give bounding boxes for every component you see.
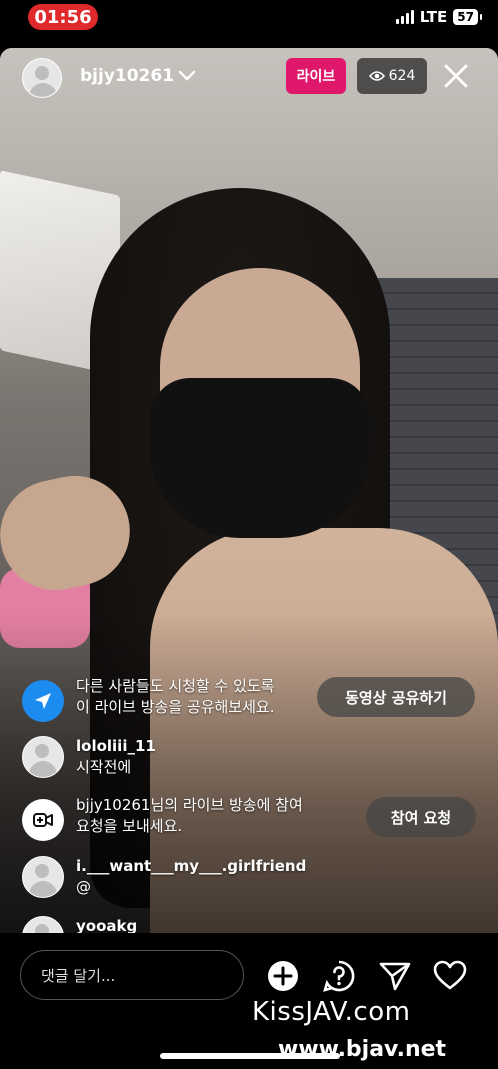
eye-icon <box>368 71 385 81</box>
chevron-down-icon[interactable] <box>176 64 198 90</box>
viewer-count[interactable]: 624 <box>357 58 427 94</box>
share-prompt-line2: 이 라이브 방송을 공유해보세요. <box>76 698 275 716</box>
commenter-avatar[interactable] <box>22 916 64 933</box>
battery-icon: 57 <box>453 9 482 25</box>
host-avatar[interactable] <box>22 58 62 98</box>
send-message-icon[interactable] <box>378 959 412 993</box>
status-time: 01:56 <box>28 4 98 30</box>
comment-username[interactable]: yooakg <box>76 916 137 933</box>
video-call-icon <box>22 799 64 841</box>
join-prompt-line2: 요청을 보내세요. <box>76 817 183 835</box>
heart-icon[interactable] <box>433 959 467 993</box>
comment-item: yooakg <box>22 916 482 933</box>
watermark-kissjav: KissJAV.com <box>252 997 411 1027</box>
live-badge: 라이브 <box>286 58 346 94</box>
watermark-bjav: www.bjav.net <box>278 1037 447 1062</box>
network-label: LTE <box>419 8 448 26</box>
status-indicators: LTE 57 <box>395 8 482 26</box>
send-icon <box>22 680 64 722</box>
comment-username[interactable]: i.___want___my___.girlfriend <box>76 856 306 877</box>
comment-item: lololiii_11 시작전에 <box>22 736 482 782</box>
viewer-count-value: 624 <box>388 68 416 84</box>
face-mask <box>150 378 370 538</box>
comment-item: i.___want___my___.girlfriend @ <box>22 856 482 902</box>
live-header: bjjy10261 라이브 624 <box>0 56 498 100</box>
comment-message: @ <box>76 878 91 896</box>
close-icon[interactable] <box>440 60 472 92</box>
join-prompt-line1: bjjy10261님의 라이브 방송에 참여 <box>76 796 303 814</box>
status-bar: 01:56 LTE 57 <box>0 0 498 44</box>
share-video-button[interactable]: 동영상 공유하기 <box>317 677 475 717</box>
bottom-bar: 댓글 달기... KissJAV.com www.bjav.net <box>0 935 498 1069</box>
host-username[interactable]: bjjy10261 <box>80 66 174 86</box>
signal-icon <box>395 10 414 24</box>
add-icon[interactable] <box>266 959 300 993</box>
share-prompt-line1: 다른 사람들도 시청할 수 있도록 <box>76 677 275 695</box>
comment-message: 시작전에 <box>76 758 132 776</box>
comment-input[interactable]: 댓글 달기... <box>20 950 244 1000</box>
comment-username[interactable]: lololiii_11 <box>76 736 156 757</box>
commenter-avatar[interactable] <box>22 736 64 778</box>
commenter-avatar[interactable] <box>22 856 64 898</box>
request-join-button[interactable]: 참여 요청 <box>366 797 476 837</box>
question-icon[interactable] <box>322 959 356 993</box>
